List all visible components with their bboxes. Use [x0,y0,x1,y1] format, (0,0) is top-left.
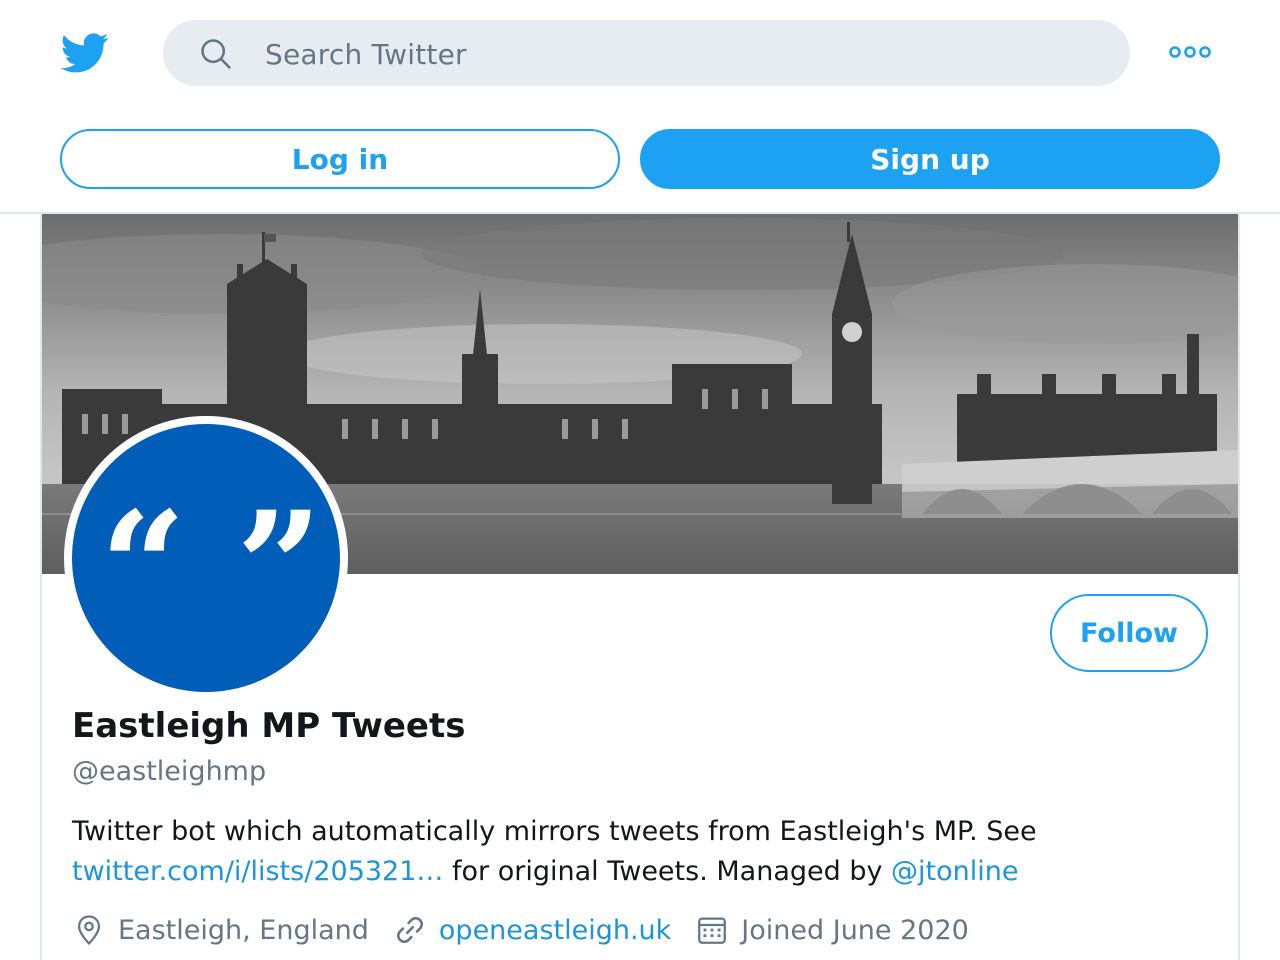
avatar-image: “ ” [72,424,340,692]
avatar-open-quote: “ [100,479,187,655]
link-icon [396,917,423,943]
bio-list-link[interactable]: twitter.com/i/lists/205321… [72,856,443,887]
bio-text-1: Twitter bot which automatically mirrors … [72,816,1037,847]
signup-button[interactable]: Sign up [640,129,1220,189]
search-bar[interactable]: Search Twitter [163,20,1130,86]
top-bar: Search Twitter [0,0,1280,112]
more-dots-icon[interactable] [1168,44,1212,60]
auth-bar: Log in Sign up [0,112,1280,214]
location-text: Eastleigh, England [118,914,369,946]
profile-avatar[interactable]: “ ” [64,416,348,700]
follow-button[interactable]: Follow [1050,594,1208,672]
twitter-bird-icon[interactable] [58,28,112,76]
search-icon [201,39,231,69]
profile-bio: Twitter bot which automatically mirrors … [72,812,1192,892]
avatar-close-quote: ” [236,479,323,655]
profile-handle: @eastleighmp [72,756,267,787]
website-link[interactable]: openeastleigh.uk [439,915,671,946]
profile-joined: Joined June 2020 [695,913,969,947]
search-input[interactable]: Search Twitter [265,38,467,71]
profile-location: Eastleigh, England [72,913,369,947]
location-pin-icon [77,915,101,946]
bio-mention-link[interactable]: @jtonline [891,856,1018,887]
joined-text: Joined June 2020 [741,914,969,946]
bio-text-2: for original Tweets. Managed by [443,856,892,887]
profile-name: Eastleigh MP Tweets [72,706,466,746]
calendar-icon [698,917,727,944]
profile-website[interactable]: openeastleigh.uk [393,913,671,947]
login-button[interactable]: Log in [60,129,620,189]
profile-meta: Eastleigh, England openeastleigh.uk Join… [72,908,993,952]
